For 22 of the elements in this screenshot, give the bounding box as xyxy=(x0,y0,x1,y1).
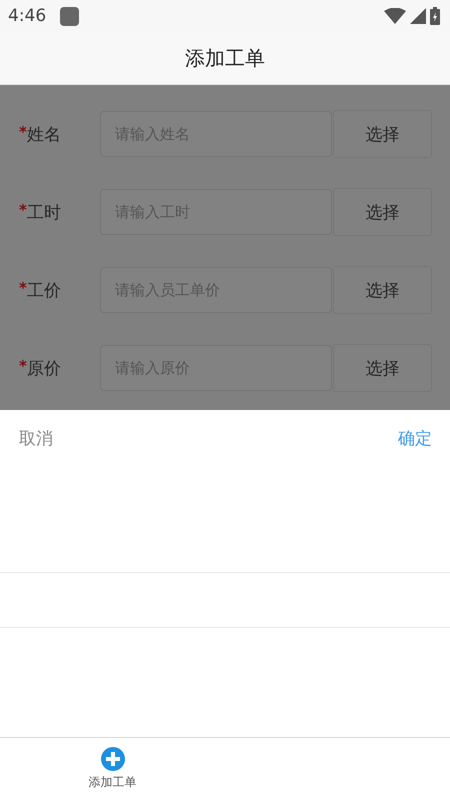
notification-icon xyxy=(60,6,80,26)
field-label: 工时 xyxy=(26,202,61,224)
required-mark: * xyxy=(19,356,27,374)
page-title: 添加工单 xyxy=(185,44,265,72)
wifi-icon xyxy=(384,8,406,24)
signal-icon xyxy=(410,8,426,24)
cancel-button[interactable]: 取消 xyxy=(19,426,53,450)
nav-label[interactable]: 添加工单 xyxy=(88,774,136,791)
field-label: 原价 xyxy=(26,358,61,380)
add-icon xyxy=(100,747,124,771)
required-mark: * xyxy=(19,278,27,296)
battery-icon xyxy=(430,7,440,25)
required-mark: * xyxy=(19,122,27,140)
field-label: 姓名 xyxy=(26,124,61,146)
field-label: 工价 xyxy=(26,280,61,302)
confirm-button[interactable]: 确定 xyxy=(398,426,432,450)
select-button[interactable]: 选择 xyxy=(333,188,432,236)
select-button[interactable]: 选择 xyxy=(333,344,432,392)
select-button[interactable]: 选择 xyxy=(333,110,432,158)
required-mark: * xyxy=(19,200,27,218)
select-button[interactable]: 选择 xyxy=(333,266,432,314)
status-time: 4:46 xyxy=(8,6,46,26)
